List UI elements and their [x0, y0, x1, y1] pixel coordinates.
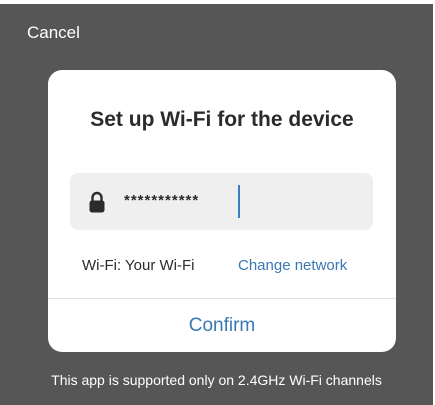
password-value: *********** — [124, 192, 200, 209]
cancel-button[interactable]: Cancel — [27, 23, 80, 43]
password-field[interactable]: *********** — [70, 173, 373, 230]
lock-icon — [89, 191, 105, 213]
setup-screen: Cancel Set up Wi-Fi for the device *****… — [0, 4, 433, 405]
wifi-setup-dialog: Set up Wi-Fi for the device *********** … — [48, 70, 396, 352]
dialog-title: Set up Wi-Fi for the device — [90, 108, 354, 131]
wifi-network-label: Wi-Fi: Your Wi-Fi — [82, 257, 195, 274]
confirm-button[interactable]: Confirm — [48, 299, 396, 352]
change-network-link[interactable]: Change network — [238, 257, 347, 274]
footer-note: This app is supported only on 2.4GHz Wi-… — [51, 372, 382, 388]
text-caret — [238, 185, 240, 218]
